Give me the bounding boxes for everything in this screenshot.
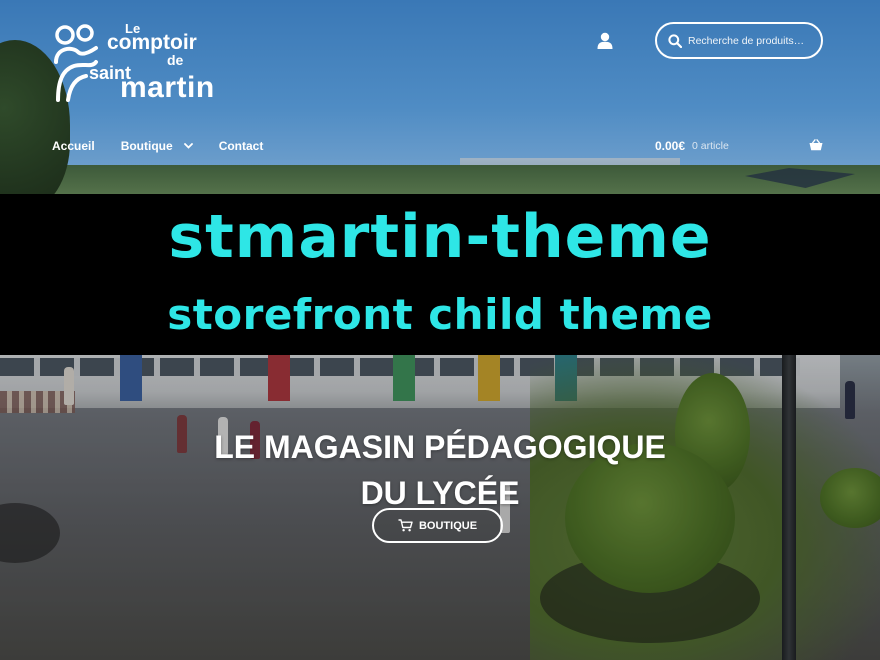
logo-text-martin: martin xyxy=(120,71,215,104)
banner-title: stmartin-theme xyxy=(168,202,712,272)
cart-item-count: 0 article xyxy=(692,140,729,152)
nav-item-label: Accueil xyxy=(52,139,95,153)
background-trees xyxy=(0,165,880,195)
nav-item-contact[interactable]: Contact xyxy=(219,139,264,153)
cart-icon xyxy=(398,519,413,532)
user-icon[interactable] xyxy=(597,32,615,50)
search-form[interactable] xyxy=(655,22,823,59)
header-cart[interactable]: 0.00€ 0 article xyxy=(655,139,823,153)
banner-subtitle: storefront child theme xyxy=(167,290,713,339)
shop-button[interactable]: BOUTIQUE xyxy=(372,508,503,543)
nav-item-label: Contact xyxy=(218,139,264,153)
primary-navigation: Accueil Boutique Contact xyxy=(52,139,289,153)
cart-amount: 0.00€ xyxy=(655,139,686,153)
shop-button-label: BOUTIQUE xyxy=(418,519,478,532)
search-icon[interactable] xyxy=(668,33,682,48)
logo-wordmark: Le comptoir de saint martin xyxy=(89,20,232,104)
hero-heading: LE MAGASIN PÉDAGOGIQUE DU LYCÉE xyxy=(0,424,880,516)
nav-item-accueil[interactable]: Accueil xyxy=(52,139,95,153)
logo-text-comptoir: comptoir xyxy=(107,31,197,54)
chevron-down-icon[interactable] xyxy=(183,143,193,149)
site-logo[interactable]: Le comptoir de saint martin xyxy=(52,20,227,104)
theme-banner: stmartin-theme storefront child theme xyxy=(0,194,880,355)
logo-text-de: de xyxy=(167,52,184,68)
nav-item-label: Boutique xyxy=(120,139,173,153)
search-input[interactable] xyxy=(688,34,808,47)
hero-heading-line: LE MAGASIN PÉDAGOGIQUE xyxy=(214,429,666,465)
basket-icon[interactable] xyxy=(809,139,823,151)
nav-item-boutique[interactable]: Boutique xyxy=(121,139,193,153)
